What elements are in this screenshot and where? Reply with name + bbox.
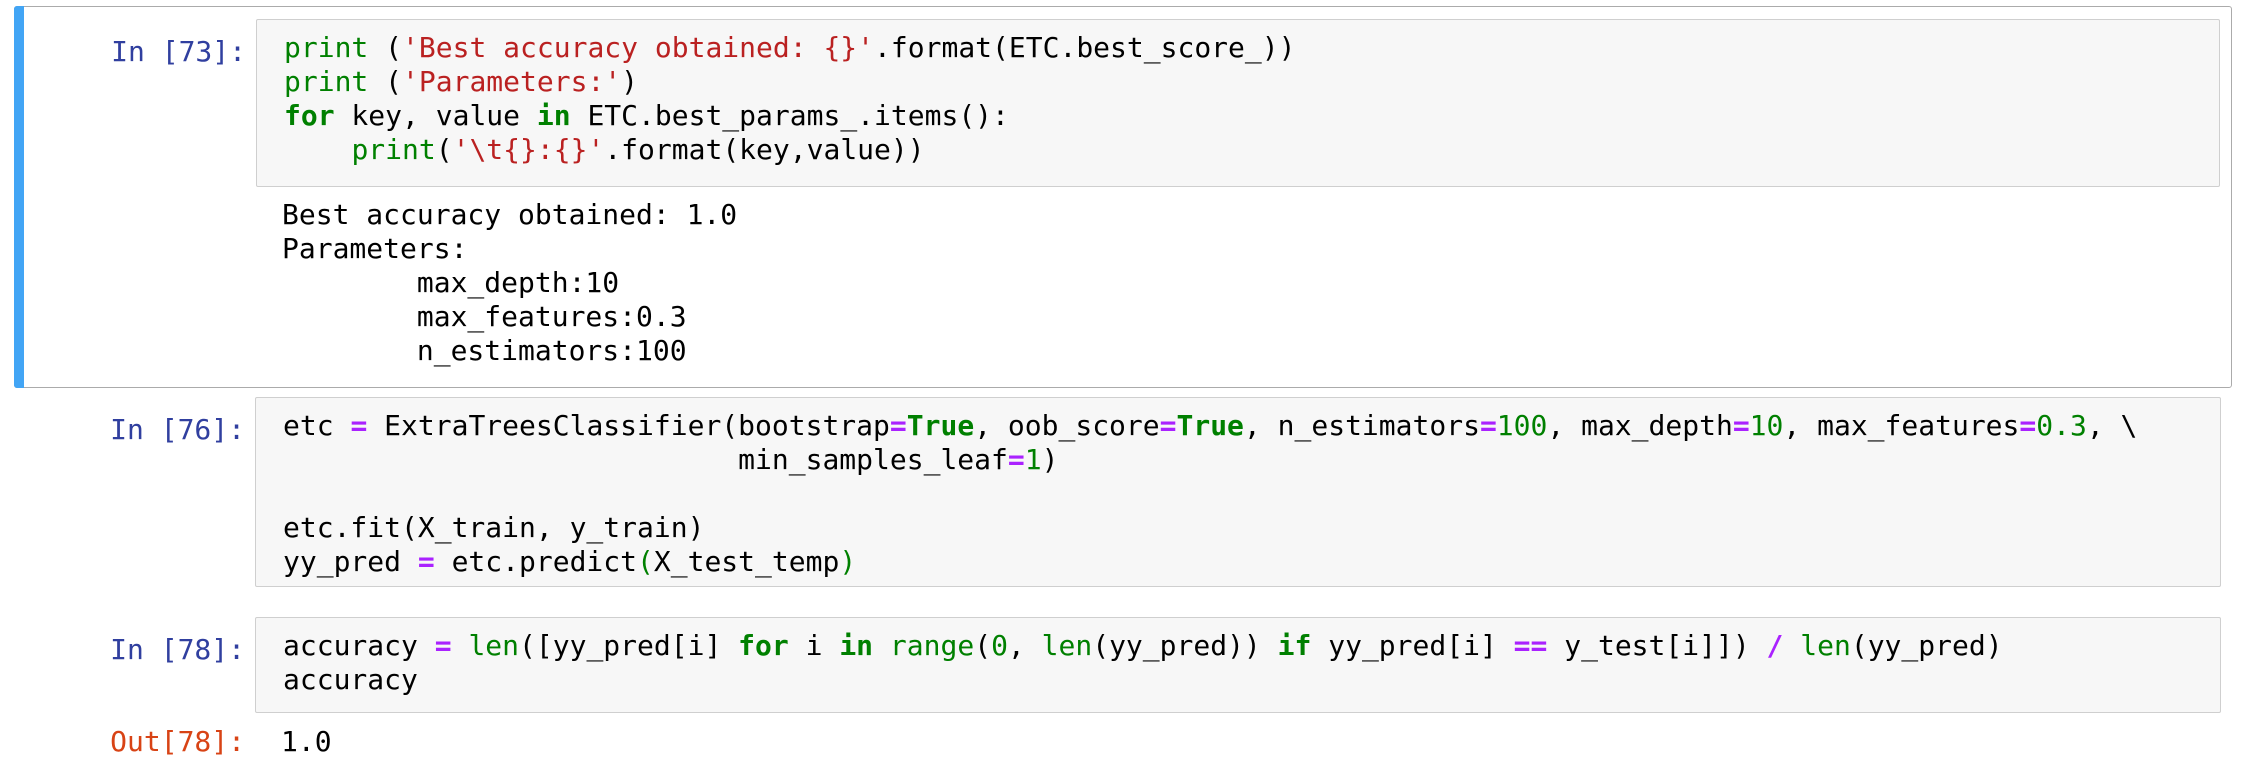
- code-editor[interactable]: etc = ExtraTreesClassifier(bootstrap=Tru…: [255, 397, 2221, 587]
- code-editor[interactable]: accuracy = len([yy_pred[i] for i in rang…: [255, 617, 2221, 713]
- cell-selection-bar: [14, 6, 24, 388]
- cell-output: Best accuracy obtained: 1.0 Parameters: …: [282, 198, 738, 367]
- code-cell-78[interactable]: In [78]: accuracy = len([yy_pred[i] for …: [14, 612, 2232, 778]
- code-editor[interactable]: print ('Best accuracy obtained: {}'.form…: [256, 19, 2220, 187]
- code-cell-73[interactable]: In [73]: print ('Best accuracy obtained:…: [14, 6, 2232, 388]
- cell-result: 1.0: [281, 725, 332, 758]
- code-content: print ('Best accuracy obtained: {}'.form…: [284, 31, 1296, 166]
- code-cell-76[interactable]: In [76]: etc = ExtraTreesClassifier(boot…: [14, 392, 2232, 602]
- code-content: accuracy = len([yy_pred[i] for i in rang…: [283, 629, 2003, 696]
- input-prompt: In [73]:: [111, 35, 246, 68]
- output-prompt: Out[78]:: [110, 725, 245, 758]
- input-prompt: In [78]:: [110, 633, 245, 666]
- input-prompt: In [76]:: [110, 413, 245, 446]
- code-content: etc = ExtraTreesClassifier(bootstrap=Tru…: [283, 409, 2138, 578]
